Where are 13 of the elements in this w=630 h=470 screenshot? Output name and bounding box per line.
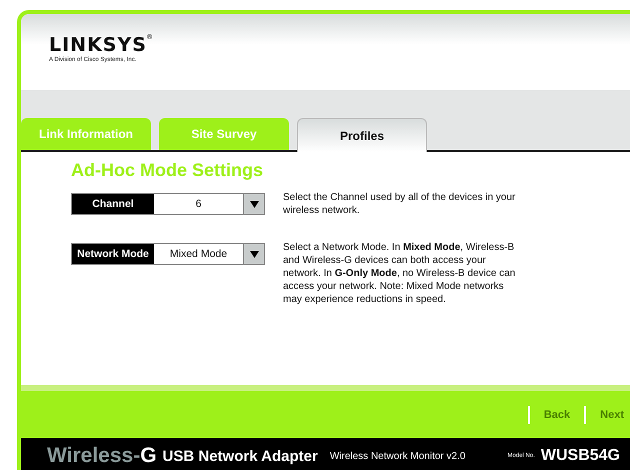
setting-description: Select a Network Mode. In Mixed Mode, Wireless-B and Wireless-G devices can both access your network. In G-Only Mode, no Wireless-B device can access your network. Note: Mixed Mode networks may experience reductions in speed. <box>283 241 516 306</box>
model-number: WUSB54G <box>540 447 620 465</box>
dropdown-arrow-icon <box>250 200 258 208</box>
product-name: USB Network Adapter <box>162 448 318 464</box>
setting-description: Select the Channel used by all of the devices in your wireless network. <box>283 191 516 217</box>
product-brand: Wireless-G <box>47 444 157 468</box>
dropdown-arrow-icon <box>250 250 258 258</box>
tab[interactable]: Profiles <box>297 118 427 152</box>
setting-dropdown[interactable]: Network Mode Mixed Mode <box>71 243 265 265</box>
setting-dropdown[interactable]: Channel 6 <box>71 193 265 215</box>
app-version: Wireless Network Monitor v2.0 <box>330 450 466 462</box>
section-title: Ad-Hoc Mode Settings <box>71 160 263 181</box>
linksys-logo: LINKSYS <box>49 34 147 56</box>
